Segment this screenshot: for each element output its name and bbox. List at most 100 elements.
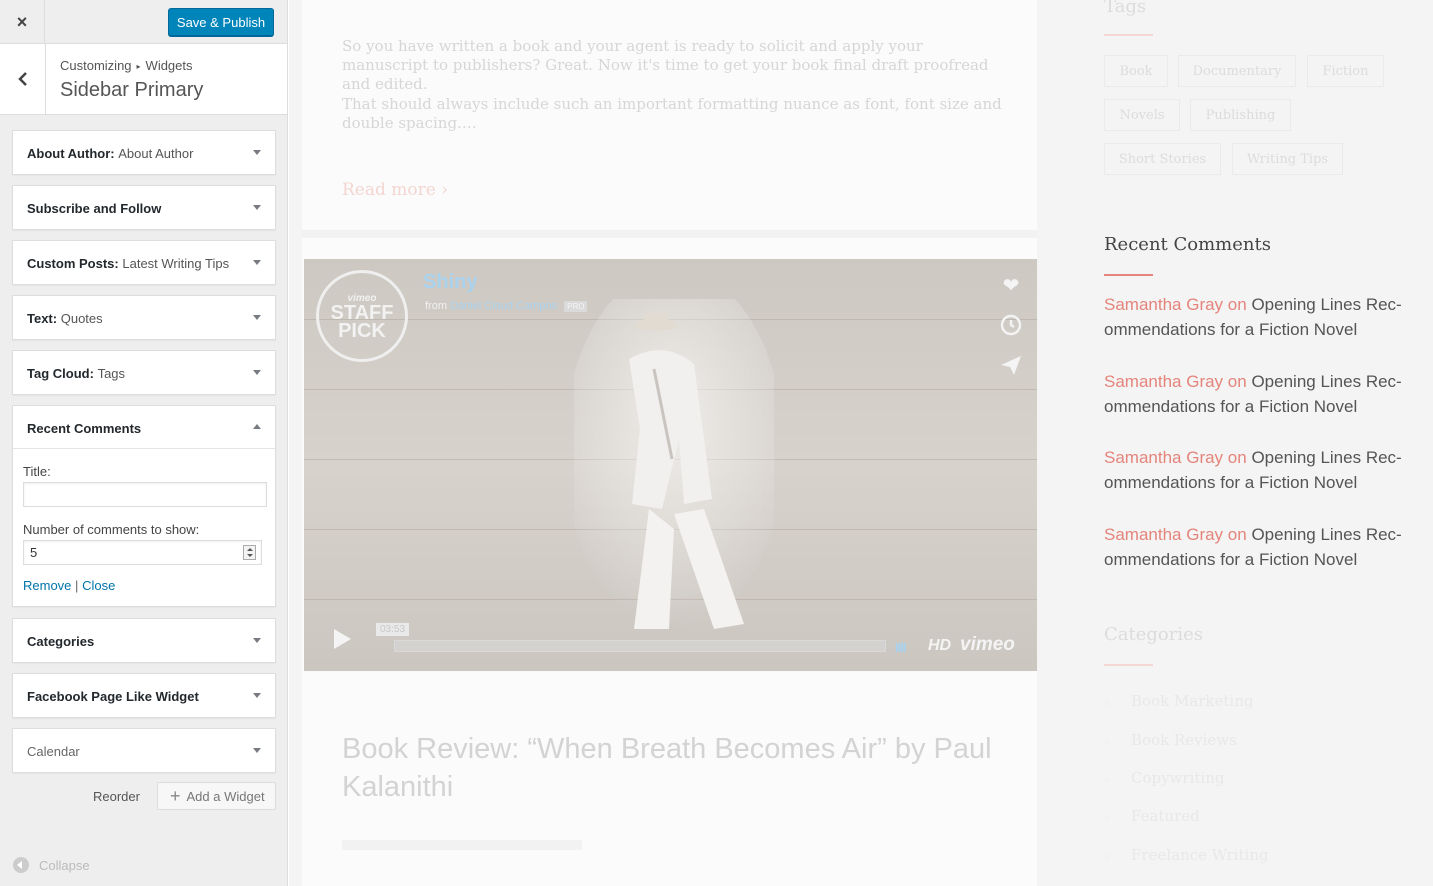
post-title[interactable]: Book Review: “When Breath Becomes Air” b… [342,730,1012,806]
tag-link[interactable]: Fiction [1307,55,1384,87]
link-separator: | [75,578,79,593]
site-preview: So you have written a book and your agen… [289,0,1433,886]
tag-link[interactable]: Documentary [1178,55,1296,87]
widget-text-quotes[interactable]: Text: Quotes [12,295,276,340]
categories-heading: Categories [1104,624,1203,645]
widget-categories[interactable]: Categories [12,618,276,663]
tag-link[interactable]: Book [1104,55,1168,87]
widget-header[interactable]: Recent Comments [13,406,275,449]
video-progress-bar[interactable] [394,640,886,652]
collapse-button[interactable]: Collapse [13,857,90,873]
video-thumbnail-figure [574,299,774,629]
vimeo-logo[interactable]: vimeo [960,634,1015,656]
widget-title: Facebook Page Like Widget [27,689,199,704]
section-title: Sidebar Primary [60,79,204,101]
category-label: Book Reviews [1131,731,1237,749]
expand-arrow-icon[interactable] [253,370,261,375]
widget-name: Text [27,311,53,326]
widget-title: Custom Posts: Latest Writing Tips [27,256,229,271]
count-input[interactable]: 5 [23,540,262,565]
expand-arrow-icon[interactable] [253,260,261,265]
expand-arrow-icon[interactable] [253,748,261,753]
close-link[interactable]: Close [82,578,115,593]
category-link[interactable]: Featured [1104,807,1200,825]
category-link[interactable]: Book Marketing [1104,692,1253,710]
widget-title: Subscribe and Follow [27,201,162,216]
comment-author-link[interactable]: Samantha Gray [1104,372,1223,391]
add-widget-button[interactable]: + Add a Widget [157,782,276,810]
expand-arrow-icon[interactable] [253,315,261,320]
widget-title: Tag Cloud: Tags [27,366,125,381]
reorder-link[interactable]: Reorder [93,789,140,804]
widget-name: Custom Posts [27,256,115,271]
category-link[interactable]: Freelance Writing [1104,846,1269,864]
expand-arrow-icon[interactable] [253,150,261,155]
add-widget-label: Add a Widget [186,788,265,804]
category-link[interactable]: Copywriting [1104,769,1224,787]
play-icon[interactable] [334,629,351,649]
tag-link[interactable]: Publishing [1190,99,1291,131]
breadcrumb-root: Customizing [60,58,132,73]
bullet-icon [1104,815,1110,821]
count-value: 5 [30,545,38,560]
video-byline: from Daniel Cloud Campos PRO [425,300,588,312]
expand-arrow-icon[interactable] [253,205,261,210]
recent-comment-item: Samantha Gray on Opening Lines Rec-ommen… [1104,369,1424,419]
recent-comment-item: Samantha Gray on Opening Lines Rec-ommen… [1104,445,1424,495]
remove-link[interactable]: Remove [23,578,71,593]
widget-title: Calendar [27,744,80,759]
category-link[interactable]: Book Reviews [1104,731,1237,749]
spinner-arrows-icon[interactable] [243,545,256,560]
staff-pick-badge: vimeo STAFF PICK [316,270,408,362]
bullet-icon [1104,700,1110,706]
widget-actions: Remove | Close [23,578,115,593]
widget-custom-posts[interactable]: Custom Posts: Latest Writing Tips [12,240,276,285]
video-player[interactable]: vimeo STAFF PICK Shiny from Daniel Cloud… [304,259,1037,671]
comment-author-link[interactable]: Samantha Gray [1104,448,1223,467]
breadcrumb-child: Widgets [145,58,193,73]
title-input[interactable] [23,482,267,507]
widget-title: Recent Comments [27,421,142,436]
volume-bars-icon[interactable]: IIII [895,640,906,655]
widget-tag-cloud[interactable]: Tag Cloud: Tags [12,350,276,395]
customizer-topbar: × Save & Publish [0,0,287,44]
comment-author-link[interactable]: Samantha Gray [1104,295,1223,314]
widget-title: Categories [27,634,95,649]
hd-toggle[interactable]: HD [928,637,951,655]
widget-sep: : [52,311,58,326]
watch-later-clock-icon[interactable] [999,313,1023,337]
recent-comment-item: Samantha Gray on Opening Lines Rec-ommen… [1104,292,1424,342]
close-customizer-button[interactable]: × [0,0,45,44]
comment-on: on [1227,448,1247,467]
back-button[interactable] [0,44,46,114]
collapse-arrow-icon[interactable] [253,424,261,429]
save-publish-button[interactable]: Save & Publish [168,8,274,36]
chevron-left-icon [17,72,27,86]
blog-sidebar: Tags Book Documentary Fiction Novels Pub… [1104,0,1433,886]
like-heart-icon[interactable]: ❤ [999,273,1023,297]
read-more-link[interactable]: Read more › [342,180,448,200]
category-label: Copywriting [1131,769,1225,787]
tag-link[interactable]: Writing Tips [1232,143,1343,175]
widget-calendar[interactable]: Calendar [12,728,276,773]
widget-about-author[interactable]: About Author: About Author [12,130,276,175]
widget-subscribe-follow[interactable]: Subscribe and Follow [12,185,276,230]
tag-link[interactable]: Novels [1104,99,1180,131]
section-header: Customizing ▸ Widgets Sidebar Primary [0,44,287,115]
heading-rule [1104,34,1153,36]
comment-on: on [1227,295,1247,314]
widget-facebook-page-like[interactable]: Facebook Page Like Widget [12,673,276,718]
comment-author-link[interactable]: Samantha Gray [1104,525,1223,544]
category-label: Featured [1131,807,1200,825]
category-label: Freelance Writing [1131,846,1269,864]
byline-prefix: from [425,300,447,312]
share-paper-plane-icon[interactable] [999,353,1023,377]
expand-arrow-icon[interactable] [253,693,261,698]
widget-name: Tag Cloud [27,366,90,381]
widget-title: About Author: About Author [27,146,193,161]
tag-link[interactable]: Short Stories [1104,143,1221,175]
video-title[interactable]: Shiny [423,271,477,294]
expand-arrow-icon[interactable] [253,638,261,643]
video-author-link[interactable]: Daniel Cloud Campos [450,300,557,312]
count-label: Number of comments to show: [23,522,200,537]
